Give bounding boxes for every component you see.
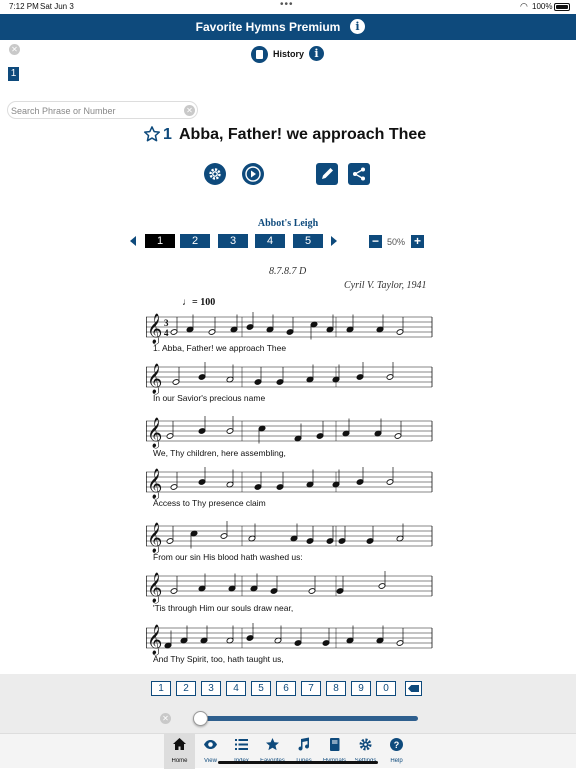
quarter-note-icon: ♩ — [182, 297, 192, 308]
staff-line-group: 𝄞 — [146, 571, 433, 604]
lyric-line: From our sin His blood hath washed us: — [153, 552, 303, 562]
keypad-button-7[interactable]: 7 — [301, 681, 321, 696]
lyric-line: And Thy Spirit, too, hath taught us, — [153, 654, 284, 664]
hymn-number: 1 — [163, 126, 172, 143]
music-note-icon — [298, 737, 310, 751]
staff-line-group: 𝄞 34 — [146, 312, 433, 345]
verse-button-4[interactable]: 4 — [255, 234, 285, 248]
history-info-icon[interactable]: i — [309, 46, 324, 61]
keypad-button-8[interactable]: 8 — [326, 681, 346, 696]
lyric-line: In our Savior's precious name — [153, 393, 266, 403]
history-label: History — [273, 49, 305, 59]
treble-clef-icon: 𝄞 — [147, 363, 162, 395]
battery-icon — [554, 3, 570, 11]
search-field: ✕ — [7, 101, 198, 119]
verse-button-5[interactable]: 5 — [293, 234, 323, 248]
multitasking-dots-icon[interactable]: ••• — [280, 0, 294, 10]
playback-slider-track[interactable] — [201, 716, 418, 721]
play-icon[interactable] — [242, 163, 264, 185]
meter-label: 8.7.8.7 D — [269, 266, 307, 277]
keypad-button-5[interactable]: 5 — [251, 681, 271, 696]
battery-percent: 100% — [532, 2, 553, 11]
help-icon: ? — [390, 738, 403, 751]
trash-icon[interactable] — [251, 46, 268, 63]
keypad-button-0[interactable]: 0 — [376, 681, 396, 696]
staff-line-group: 𝄞 — [146, 362, 433, 395]
home-indicator — [218, 761, 378, 764]
home-icon — [173, 738, 186, 750]
treble-clef-icon: 𝄞 — [147, 468, 162, 500]
favorite-star-icon[interactable] — [143, 125, 161, 148]
treble-clef-icon: 𝄞 — [147, 417, 162, 449]
history-panel: ✕ History i 1 — [0, 40, 576, 90]
zoom-out-button[interactable]: − — [369, 235, 382, 248]
status-time: 7:12 PM — [9, 2, 39, 11]
wifi-icon: ◠ — [520, 1, 528, 11]
keypad-button-3[interactable]: 3 — [201, 681, 221, 696]
staff-line-group: 𝄞 — [146, 467, 433, 500]
history-close-icon[interactable]: ✕ — [9, 44, 20, 55]
verse-button-3[interactable]: 3 — [218, 234, 248, 248]
svg-text:?: ? — [394, 740, 400, 750]
lyric-line: We, Thy children, here assembling, — [153, 448, 286, 458]
next-verse-icon[interactable] — [331, 236, 337, 246]
app-title-bar: Favorite Hymns Premium i — [0, 14, 576, 40]
keypad-button-2[interactable]: 2 — [176, 681, 196, 696]
treble-clef-icon: 𝄞 — [147, 313, 162, 345]
staff-line-group: 𝄞 — [146, 416, 433, 449]
search-input[interactable] — [11, 104, 179, 117]
author-label: Cyril V. Taylor, 1941 — [344, 280, 427, 291]
keypad-button-1[interactable]: 1 — [151, 681, 171, 696]
hymn-title: Abba, Father! we approach Thee — [179, 126, 427, 143]
search-clear-icon[interactable]: ✕ — [184, 105, 195, 116]
zoom-level: 50% — [387, 237, 406, 247]
sheet-music: 𝄞 34𝄞𝄞𝄞𝄞𝄞𝄞 — [146, 312, 433, 656]
eye-icon — [204, 740, 217, 749]
keypad-button-6[interactable]: 6 — [276, 681, 296, 696]
star-icon — [266, 738, 279, 751]
status-bar: 7:12 PM Sat Jun 3 ••• ◠ 100% — [0, 0, 576, 14]
book-icon — [330, 738, 340, 751]
svg-text:4: 4 — [164, 328, 169, 338]
player-close-icon[interactable]: ✕ — [160, 713, 171, 724]
treble-clef-icon: 𝄞 — [147, 522, 162, 554]
app-info-icon[interactable]: i — [350, 19, 365, 34]
status-date: Sat Jun 3 — [40, 2, 74, 11]
treble-clef-icon: 𝄞 — [147, 624, 162, 656]
keypad-button-9[interactable]: 9 — [351, 681, 371, 696]
treble-clef-icon: 𝄞 — [147, 572, 162, 604]
tempo-marking: ♩= 100 — [182, 297, 215, 308]
list-icon — [235, 739, 248, 750]
history-item[interactable]: 1 — [8, 67, 19, 81]
app-title: Favorite Hymns Premium — [195, 20, 341, 34]
share-icon[interactable] — [348, 163, 370, 185]
lyric-line: 1. Abba, Father! we approach Thee — [153, 343, 287, 353]
tab-label: Help — [390, 758, 403, 764]
tab-label: Home — [171, 758, 188, 764]
playback-slider-thumb[interactable] — [193, 711, 208, 726]
tempo-value: = 100 — [192, 297, 216, 308]
verse-button-1[interactable]: 1 — [145, 234, 175, 248]
tab-home[interactable]: Home — [164, 734, 195, 769]
backspace-icon[interactable] — [405, 681, 422, 696]
gear-icon — [359, 738, 372, 751]
tune-name: Abbot's Leigh — [257, 218, 319, 229]
staff-line-group: 𝄞 — [146, 521, 433, 554]
hymn-header: 1 Abba, Father! we approach Thee — [0, 125, 576, 147]
verse-button-2[interactable]: 2 — [180, 234, 210, 248]
lyric-line: 'Tis through Him our souls draw near, — [153, 603, 294, 613]
settings-gear-icon[interactable] — [204, 163, 226, 185]
previous-verse-icon[interactable] — [130, 236, 136, 246]
tab-help[interactable]: ? Help — [381, 734, 412, 769]
lyric-line: Access to Thy presence claim — [153, 498, 266, 508]
staff-line-group: 𝄞 — [146, 623, 433, 656]
keypad-button-4[interactable]: 4 — [226, 681, 246, 696]
zoom-in-button[interactable]: + — [411, 235, 424, 248]
time-signature: 3 — [164, 318, 169, 328]
edit-pencil-icon[interactable] — [316, 163, 338, 185]
